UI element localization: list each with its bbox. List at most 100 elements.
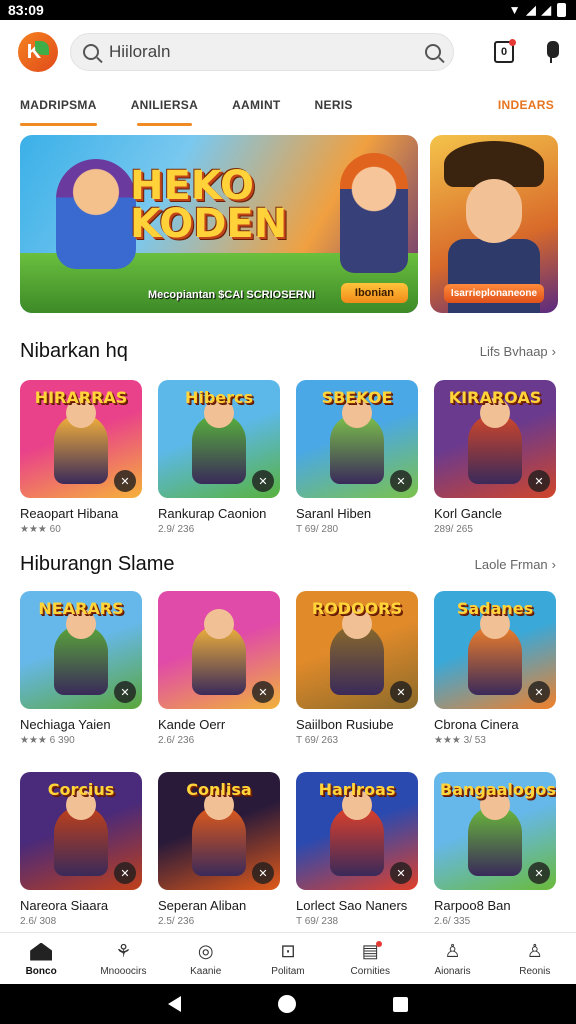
game-thumbnail-title: HIRARRAS: [34, 388, 128, 407]
search-input[interactable]: [109, 42, 409, 62]
banner-guitar-hero-image: [56, 159, 136, 269]
search-submit-icon[interactable]: [425, 44, 441, 60]
game-rating: 2.6/ 308: [20, 916, 57, 927]
battery-icon: [557, 3, 566, 17]
game-character-image: [330, 398, 384, 484]
nav-item-account[interactable]: ♙ Aionaris: [411, 933, 493, 984]
nav-label: Politam: [271, 965, 305, 977]
top-bar: K 0: [0, 20, 576, 84]
game-name: Rarpoo8 Ban: [434, 898, 511, 913]
tab-anilirsa[interactable]: ANILIERSA: [131, 84, 198, 126]
microphone-icon[interactable]: [544, 41, 559, 63]
signal-icon-2: ◢: [541, 3, 551, 17]
nav-item-discover[interactable]: ◎ Kaanie: [165, 933, 247, 984]
notifications-icon[interactable]: 0: [494, 39, 516, 63]
account-icon: ♙: [444, 941, 461, 961]
library-icon: ▤: [358, 940, 383, 963]
game-name: Cbrona Cinera: [434, 717, 519, 732]
game-thumbnail[interactable]: ✕: [158, 591, 280, 709]
game-thumbnail-title: Conlisa: [186, 780, 252, 799]
section1-link-label: Lifs Bvhaap: [479, 344, 548, 359]
controller-icon: ✕: [528, 470, 550, 492]
tab-indears[interactable]: INDEARS: [498, 84, 554, 126]
game-card[interactable]: Harlroas ✕ Lorlect Sao Naners T 69/ 238: [296, 772, 418, 927]
game-character-image: [468, 609, 522, 695]
game-character-image: [192, 609, 246, 695]
featured-banner-main[interactable]: HEKO KODEN Mecopiantan $CAI SCRIOSERNI I…: [20, 135, 418, 313]
profile-icon: ♙: [526, 941, 543, 961]
game-card[interactable]: KIRAROAS ✕ Korl Gancle 289/ 265: [434, 380, 556, 535]
game-thumbnail[interactable]: Bangaalogos ✕: [434, 772, 556, 890]
chevron-right-icon: ›: [551, 557, 556, 572]
game-thumbnail[interactable]: Hibercs ✕: [158, 380, 280, 498]
tab-madripsma[interactable]: MADRIPSMA: [20, 84, 97, 126]
nav-label: Reonis: [519, 965, 551, 977]
top-actions: 0: [494, 39, 559, 63]
nav-label: Mnooocirs: [100, 965, 147, 977]
category-tabs: MADRIPSMA ANILIERSA AAMINT NERIS INDEARS: [0, 84, 576, 126]
section1-see-all-link[interactable]: Lifs Bvhaap ›: [480, 344, 556, 359]
game-name: Reaopart Hibana: [20, 506, 119, 521]
section2-link-label: Laole Frman: [474, 557, 548, 572]
game-card[interactable]: Bangaalogos ✕ Rarpoo8 Ban 2.6/ 335: [434, 772, 556, 927]
game-card[interactable]: Corcius ✕ Nareora Siaara 2.6/ 308: [20, 772, 142, 927]
section2-see-all-link[interactable]: Laole Frman ›: [475, 557, 556, 572]
game-card[interactable]: NEARARS ✕ Nechiaga Yaien ★★★ 6 390: [20, 591, 142, 746]
game-thumbnail[interactable]: RODOORS ✕: [296, 591, 418, 709]
categories-icon: ⚘: [115, 941, 132, 961]
featured-banner-side[interactable]: Isarrieplonaneone: [430, 135, 558, 313]
game-thumbnail[interactable]: Conlisa ✕: [158, 772, 280, 890]
game-thumbnail[interactable]: Harlroas ✕: [296, 772, 418, 890]
game-card[interactable]: RODOORS ✕ Saiilbon Rusiube T 69/ 263: [296, 591, 418, 746]
game-card[interactable]: ✕ Kande Oerr 2.6/ 236: [158, 591, 280, 746]
game-name: Korl Gancle: [434, 506, 502, 521]
nav-item-home[interactable]: Bonco: [0, 933, 82, 984]
game-name: Nareora Siaara: [20, 898, 109, 913]
notification-dot: [509, 39, 516, 46]
section2-title: Hiburangn Slame: [20, 553, 175, 575]
recents-icon[interactable]: [392, 996, 408, 1012]
game-rating: 289/ 265: [434, 524, 473, 535]
game-thumbnail[interactable]: SBEKOE ✕: [296, 380, 418, 498]
game-thumbnail-title: Corcius: [47, 780, 115, 799]
game-rating: T 69/ 238: [296, 916, 339, 927]
search-icon[interactable]: [83, 44, 99, 60]
game-thumbnail[interactable]: NEARARS ✕: [20, 591, 142, 709]
banner-play-button[interactable]: Ibonian: [340, 283, 408, 303]
tab-neris[interactable]: NERIS: [315, 84, 353, 126]
game-card[interactable]: Sadanes ✕ Cbrona Cinera ★★★ 3/ 53: [434, 591, 556, 746]
games-icon: ⊡: [280, 941, 296, 961]
banner-side-button[interactable]: Isarrieplonaneone: [444, 284, 544, 303]
banner-side-face-image: [466, 179, 522, 243]
game-thumbnail-title: SBEKOE: [321, 388, 393, 407]
section2-header: Hiburangn Slame Laole Frman ›: [20, 553, 556, 576]
nav-item-games[interactable]: ⊡ Politam: [247, 933, 329, 984]
banner-hero-image: [340, 153, 408, 273]
app-logo[interactable]: K: [18, 32, 58, 72]
game-thumbnail[interactable]: HIRARRAS ✕: [20, 380, 142, 498]
search-bar[interactable]: [70, 33, 454, 71]
game-thumbnail[interactable]: KIRAROAS ✕: [434, 380, 556, 498]
nav-item-categories[interactable]: ⚘ Mnooocirs: [82, 933, 164, 984]
game-card[interactable]: HIRARRAS ✕ Reaopart Hibana ★★★ 60: [20, 380, 142, 535]
game-thumbnail-title: Hibercs: [184, 388, 254, 407]
game-thumbnail[interactable]: Corcius ✕: [20, 772, 142, 890]
nav-item-profile[interactable]: ♙ Reonis: [494, 933, 576, 984]
game-character-image: [330, 609, 384, 695]
game-card[interactable]: SBEKOE ✕ Saranl Hiben T 69/ 280: [296, 380, 418, 535]
game-thumbnail[interactable]: Sadanes ✕: [434, 591, 556, 709]
game-card[interactable]: Conlisa ✕ Seperan Aliban 2.5/ 236: [158, 772, 280, 927]
game-rating: T 69/ 280: [296, 524, 339, 535]
game-rating: T 69/ 263: [296, 735, 339, 746]
section1-header: Nibarkan hq Lifs Bvhaap ›: [20, 340, 556, 363]
tab-aamint[interactable]: AAMINT: [232, 84, 280, 126]
nav-item-library[interactable]: ▤ Cornities: [329, 933, 411, 984]
section1-title: Nibarkan hq: [20, 340, 128, 362]
back-icon[interactable]: [168, 996, 182, 1012]
home-button-icon[interactable]: [277, 995, 296, 1013]
game-card[interactable]: Hibercs ✕ Rankurap Caonion 2.9/ 236: [158, 380, 280, 535]
home-shape: [30, 942, 53, 961]
game-thumbnail-title: Bangaalogos: [440, 780, 556, 799]
controller-icon: ✕: [390, 681, 412, 703]
game-character-image: [192, 398, 246, 484]
